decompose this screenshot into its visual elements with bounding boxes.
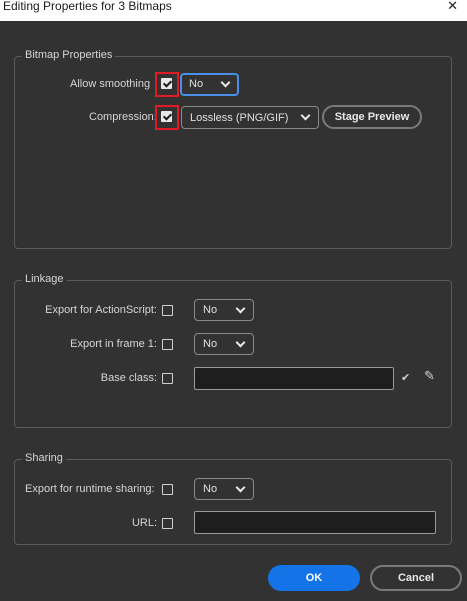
ok-label: OK <box>305 572 323 584</box>
sharing-legend: Sharing <box>22 452 66 465</box>
close-icon[interactable]: ✕ <box>447 0 458 12</box>
url-checkbox[interactable] <box>162 518 173 529</box>
url-label: URL: <box>131 517 157 529</box>
chevron-down-icon <box>300 110 311 121</box>
export-frame1-value: No <box>203 338 218 350</box>
export-runtime-checkbox[interactable] <box>162 484 173 495</box>
stage-preview-button[interactable]: Stage Preview <box>322 105 422 129</box>
export-frame1-checkbox[interactable] <box>162 339 173 350</box>
allow-smoothing-value: No <box>189 78 204 90</box>
cancel-label: Cancel <box>397 572 435 584</box>
export-actionscript-select[interactable]: No <box>194 299 254 321</box>
base-class-checkbox[interactable] <box>162 373 173 384</box>
export-frame1-label: Export in frame 1: <box>70 338 157 350</box>
compression-value: Lossless (PNG/GIF) <box>190 112 289 124</box>
export-actionscript-value: No <box>203 304 218 316</box>
chevron-down-icon <box>220 77 231 88</box>
export-actionscript-checkbox[interactable] <box>162 305 173 316</box>
compression-select[interactable]: Lossless (PNG/GIF) <box>181 106 319 129</box>
export-runtime-value: No <box>203 483 218 495</box>
export-runtime-select[interactable]: No <box>194 478 254 500</box>
url-input[interactable] <box>194 511 436 534</box>
cancel-button[interactable]: Cancel <box>370 565 462 591</box>
allow-smoothing-select[interactable]: No <box>180 73 239 96</box>
stage-preview-label: Stage Preview <box>334 111 410 123</box>
base-class-input[interactable] <box>194 367 394 390</box>
base-class-label: Base class: <box>100 372 157 384</box>
pencil-icon[interactable]: ✎ <box>424 369 435 382</box>
export-actionscript-label: Export for ActionScript: <box>45 304 157 316</box>
export-runtime-label: Export for runtime sharing: <box>25 483 155 495</box>
linkage-legend: Linkage <box>22 273 67 286</box>
window-title: Editing Properties for 3 Bitmaps <box>3 0 172 13</box>
compression-checkbox[interactable] <box>161 111 172 122</box>
checkmark-icon[interactable]: ✔ <box>401 372 410 384</box>
title-bar: Editing Properties for 3 Bitmaps ✕ <box>0 0 467 21</box>
ok-button[interactable]: OK <box>268 565 360 591</box>
chevron-down-icon <box>235 482 246 493</box>
export-frame1-select[interactable]: No <box>194 333 254 355</box>
compression-label: Compression: <box>89 111 157 123</box>
allow-smoothing-checkbox[interactable] <box>161 78 172 89</box>
chevron-down-icon <box>235 303 246 314</box>
chevron-down-icon <box>235 337 246 348</box>
allow-smoothing-label: Allow smoothing <box>70 78 151 90</box>
bitmap-properties-legend: Bitmap Properties <box>22 49 116 62</box>
